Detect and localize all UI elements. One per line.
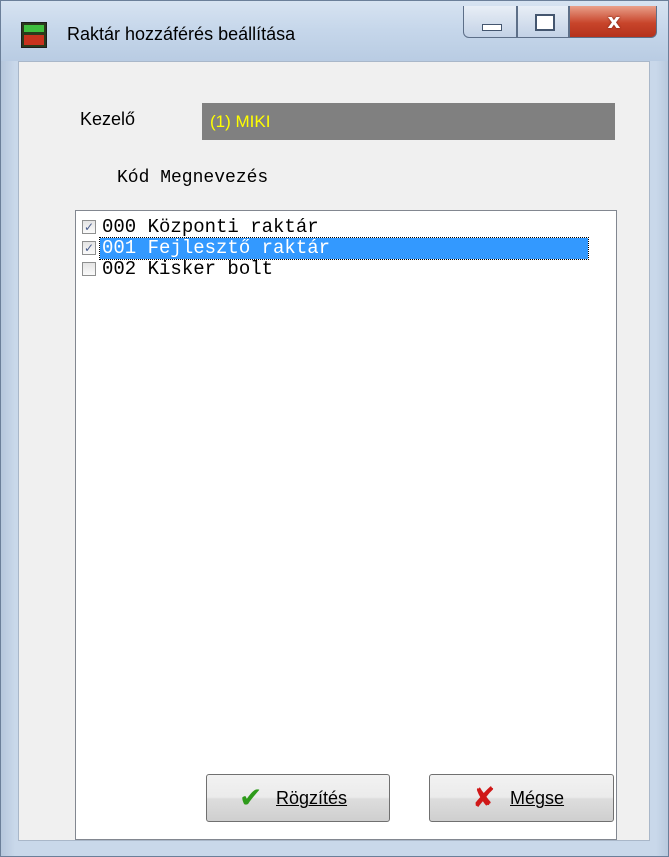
app-icon [21,22,47,48]
x-icon: ✘ [472,781,496,814]
window-title: Raktár hozzáférés beállítása [67,24,296,44]
warehouse-checklist[interactable]: ✓ 000 Központi raktár ✓ 001 Fejlesztő ra… [75,210,617,840]
maximize-icon [535,14,555,31]
list-item[interactable]: ✓ 000 Központi raktár [80,217,612,238]
cancel-button[interactable]: ✘ Mégse [429,774,614,822]
list-item[interactable]: 002 Kisker bolt [80,259,612,280]
checkbox[interactable]: ✓ [82,220,96,234]
list-item[interactable]: ✓ 001 Fejlesztő raktár [80,237,612,260]
list-item-label: 002 Kisker bolt [102,258,274,280]
save-button[interactable]: ✔ Rögzítés [206,774,390,822]
list-item-label: 001 Fejlesztő raktár [99,237,589,260]
kezelo-label: Kezelő [80,109,136,129]
checkbox[interactable] [82,262,96,276]
checkbox[interactable]: ✓ [82,241,96,255]
list-item-label: 000 Központi raktár [102,216,319,238]
close-button[interactable]: x [569,6,657,38]
dialog-client-area: Kezelő (1) MIKI Kód Megnevezés ✓ 000 Köz… [18,61,650,841]
close-icon: x [607,9,621,33]
list-column-header: Kód Megnevezés [117,168,269,188]
minimize-icon [482,24,502,31]
minimize-button[interactable] [463,6,517,38]
checkmark-icon: ✔ [239,781,263,814]
dialog-window: Raktár hozzáférés beállítása x Kezelő (1… [0,0,669,857]
cancel-button-label: Mégse [510,788,565,808]
save-button-label: Rögzítés [276,788,348,808]
title-bar[interactable]: Raktár hozzáférés beállítása x [1,1,668,61]
kezelo-field: (1) MIKI [202,103,615,140]
maximize-button[interactable] [517,6,569,38]
